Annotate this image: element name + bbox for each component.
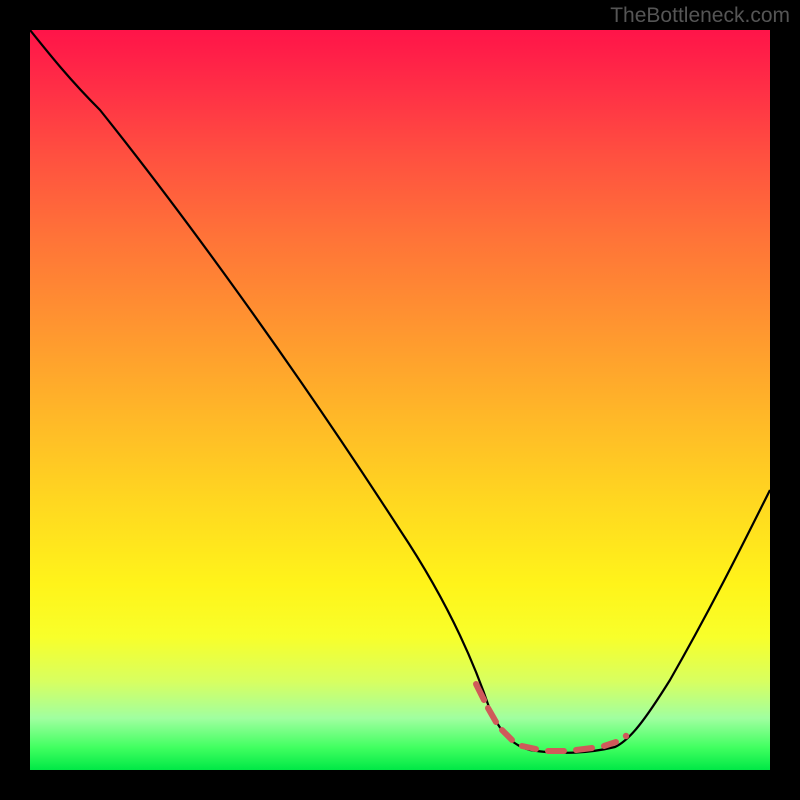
watermark-text: TheBottleneck.com [610, 4, 790, 28]
main-curve [30, 30, 770, 753]
highlight-dashes [476, 684, 629, 751]
curve-svg [30, 30, 770, 770]
chart-area [30, 30, 770, 770]
